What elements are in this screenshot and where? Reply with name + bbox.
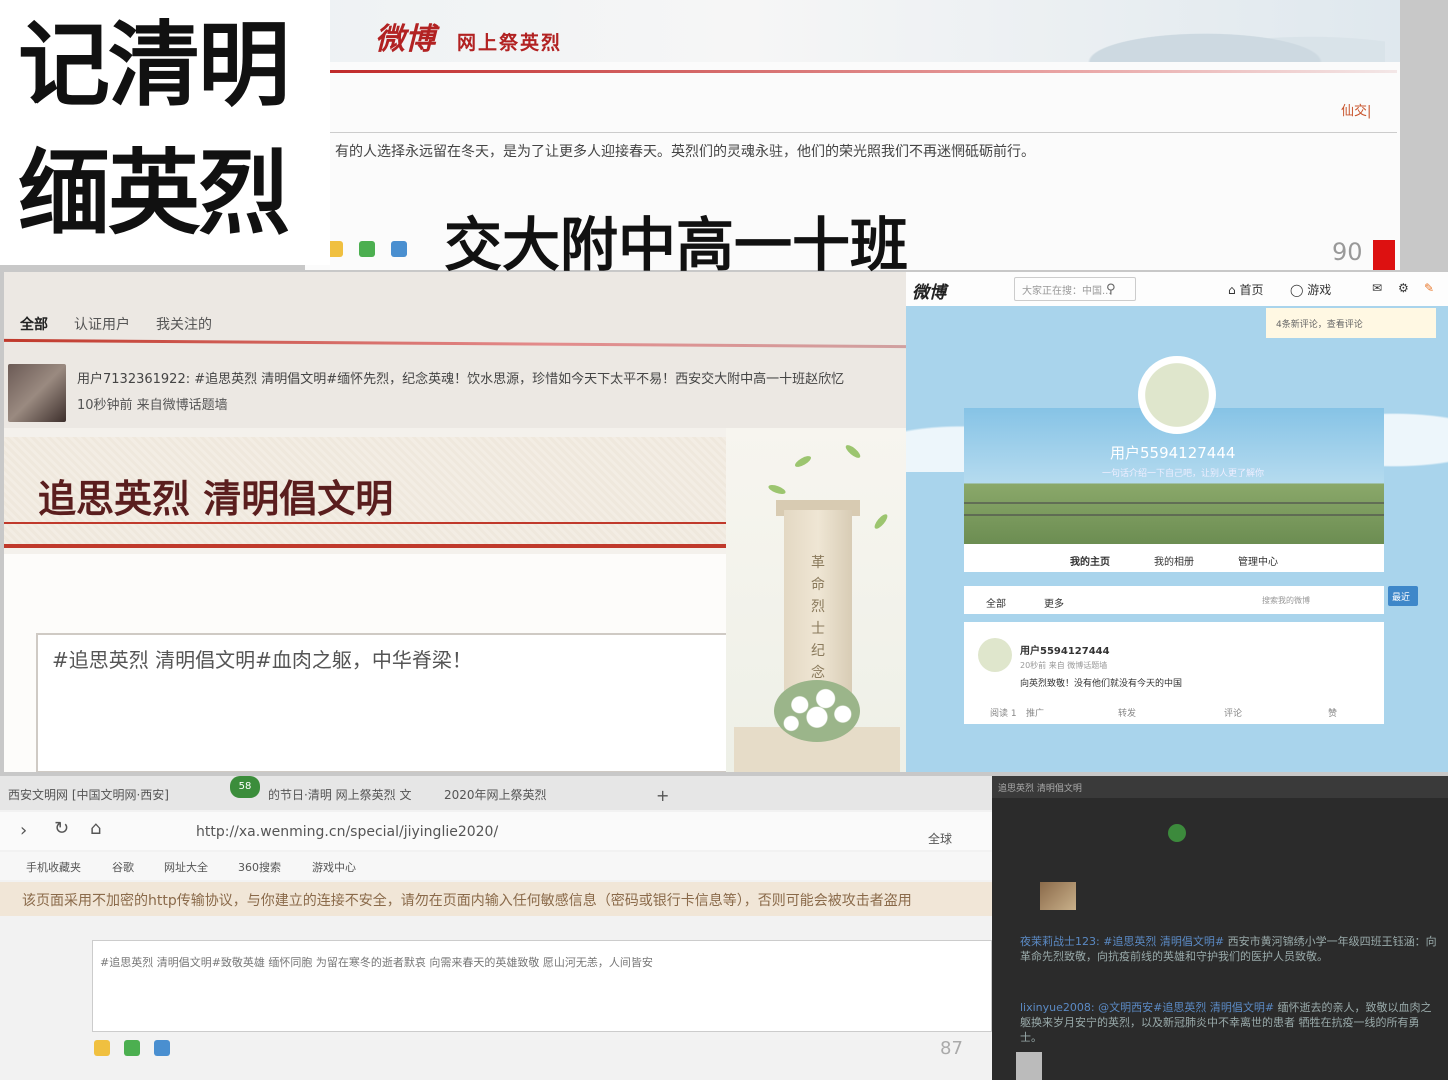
class-subtitle: 交大附中高一十班 [444, 211, 909, 279]
feed-meta: 20秒前 来自 微博话题墙 [1020, 661, 1108, 670]
feed-search-input[interactable]: 搜索我的微博 [1262, 595, 1310, 606]
gear-icon[interactable]: ⚙ [1398, 281, 1409, 295]
profile-avatar[interactable] [1138, 356, 1216, 434]
bookmark-google[interactable]: 谷歌 [112, 859, 134, 875]
feed-tag[interactable]: #追思英烈 清明倡文明# [1103, 935, 1224, 948]
search-placeholder: 大家正在搜：中国... [1022, 286, 1112, 297]
promote-button[interactable]: 推广 [1026, 706, 1044, 719]
tab-badge: 58 [230, 776, 260, 798]
top-nav-bar [906, 272, 1448, 306]
forward-icon[interactable]: › [20, 820, 27, 841]
read-count: 阅读 1 [990, 709, 1017, 719]
divider [4, 522, 726, 524]
avatar[interactable] [8, 364, 66, 422]
topic-icon[interactable] [154, 1040, 170, 1056]
filter-all[interactable]: 全部 [986, 595, 1006, 610]
publish-button[interactable] [1373, 240, 1395, 270]
post-meta: 10秒钟前 来自微博话题墙 [77, 398, 228, 413]
comment-button[interactable]: 评论 [1224, 706, 1242, 719]
bookmark-games[interactable]: 游戏中心 [312, 859, 356, 875]
compose-icon[interactable]: ✎ [1424, 281, 1434, 295]
avatar[interactable] [978, 638, 1012, 672]
weibo-profile-panel: 微博 大家正在搜：中国... ⚲ ⌂ 首页 ◯ 游戏 ✉ ⚙ ✎ 4条新评论，查… [906, 272, 1448, 772]
divider [327, 70, 1397, 73]
tab-verified[interactable]: 认证用户 [74, 314, 130, 334]
divider [4, 338, 906, 349]
feed-username[interactable]: 用户5594127444 [1020, 642, 1110, 657]
post-thumbnail[interactable] [1016, 1052, 1042, 1080]
notification-text: 4条新评论，查看评论 [1276, 320, 1363, 330]
title-line1: 记清明 [18, 12, 290, 119]
recent-button-label: 最近 [1392, 593, 1411, 603]
tab-all[interactable]: 全部 [20, 314, 48, 334]
topic-icon[interactable] [391, 241, 407, 257]
like-button[interactable]: 赞 [1328, 706, 1337, 719]
topic-heading: 追思英烈 清明倡文明 [38, 476, 394, 521]
refresh-icon[interactable]: ↻ [54, 818, 69, 839]
security-warning: 该页面采用不加密的http传输协议，与你建立的连接不安全，请勿在页面内输入任何敏… [22, 893, 912, 909]
title-line2: 缅英烈 [18, 140, 290, 247]
dark-feed-panel: 追思英烈 清明倡文明 夜茉莉战士123: #追思英烈 清明倡文明# 西安市黄河锦… [992, 776, 1448, 1080]
tab-my-home[interactable]: 我的主页 [1070, 553, 1110, 568]
browser-tab-1[interactable]: 西安文明网 [中国文明网·西安] [8, 786, 169, 803]
game-icon: ◯ [1290, 283, 1308, 297]
browser-tab-3[interactable]: 2020年网上祭英烈 [444, 786, 547, 803]
banner-subtitle: 网上祭英烈 [457, 32, 563, 54]
feed-user[interactable]: 夜茉莉战士123: [1020, 935, 1100, 948]
new-tab-button[interactable]: + [656, 786, 669, 805]
nav-game-label: 游戏 [1307, 283, 1332, 297]
char-count: 87 [940, 1038, 963, 1059]
char-count: 90 [1332, 238, 1363, 266]
post-input-text: 有的人选择永远留在冬天，是为了让更多人迎接春天。英烈们的灵魂永驻，他们的荣光照我… [335, 144, 1035, 160]
title-block: 记清明 缅英烈 [0, 0, 330, 265]
image-icon[interactable] [124, 1040, 140, 1056]
browser-tab-2[interactable]: 的节日·清明 网上祭英烈 文 [268, 786, 411, 803]
nav-home-label: 首页 [1239, 283, 1264, 297]
mail-icon[interactable]: ✉ [1372, 281, 1382, 295]
post-thumbnail[interactable] [1040, 882, 1076, 910]
repost-button[interactable]: 转发 [1118, 706, 1136, 719]
flower-bouquet [774, 680, 860, 742]
feed-text: 向英烈致敬！没有他们就没有今天的中国 [1020, 679, 1183, 689]
feed-filter-bar [964, 586, 1384, 614]
filter-more[interactable]: 更多 [1044, 595, 1064, 610]
home-icon: ⌂ [1228, 283, 1240, 297]
bookmark-mobile[interactable]: 手机收藏夹 [26, 859, 81, 875]
nav-game[interactable]: ◯ 游戏 [1290, 281, 1331, 298]
feed-item: lixinyue2008: @文明西安#追思英烈 清明倡文明# 缅怀逝去的亲人，… [1020, 1000, 1440, 1045]
feed-user[interactable]: lixinyue2008: [1020, 1001, 1095, 1014]
emoji-icon[interactable] [94, 1040, 110, 1056]
browser-search-hint[interactable]: 全球 [928, 830, 952, 847]
bookmark-directory[interactable]: 网址大全 [164, 859, 208, 875]
divider [4, 544, 726, 548]
post-input-text: #追思英烈 清明倡文明#血肉之躯，中华脊梁！ [52, 648, 472, 672]
search-icon[interactable]: ⚲ [1106, 282, 1116, 297]
dark-header-title: 追思英烈 清明倡文明 [998, 784, 1082, 794]
profile-username: 用户5594127444 [1110, 444, 1236, 462]
post-text: 用户7132361922: #追思英烈 清明倡文明#缅怀先烈，纪念英魂！饮水思源… [77, 372, 845, 387]
feed-item: 夜茉莉战士123: #追思英烈 清明倡文明# 西安市黄河锦绣小学一年级四班王钰涵… [1020, 934, 1440, 964]
topic-wall-panel: 全部 认证用户 我关注的 用户7132361922: #追思英烈 清明倡文明#缅… [4, 272, 906, 772]
nav-home[interactable]: ⌂ 首页 [1228, 281, 1263, 298]
url-input[interactable]: http://xa.wenming.cn/special/jiyinglie20… [196, 824, 498, 840]
success-icon [1168, 824, 1186, 842]
profile-description: 一句话介绍一下自己吧，让别人更了解你 [1102, 469, 1265, 479]
home-icon[interactable]: ⌂ [90, 818, 101, 839]
tab-manage[interactable]: 管理中心 [1238, 553, 1278, 568]
image-icon[interactable] [359, 241, 375, 257]
weibo-account-link[interactable]: 仙交| [1341, 100, 1371, 119]
bookmarks-bar [0, 852, 992, 880]
weibo-logo: 微博 [375, 22, 435, 57]
feed-tag[interactable]: @文明西安#追思英烈 清明倡文明# [1098, 1001, 1274, 1014]
cover-fence [964, 502, 1384, 516]
weibo-logo[interactable]: 微博 [912, 278, 946, 303]
bookmark-360[interactable]: 360搜索 [238, 859, 281, 875]
tab-following[interactable]: 我关注的 [156, 314, 212, 334]
post-input-text: #追思英烈 清明倡文明#致敬英雄 缅怀同胞 为留在寒冬的逝者默哀 向需来春天的英… [100, 956, 653, 969]
browser-panel: 西安文明网 [中国文明网·西安] 58 的节日·清明 网上祭英烈 文 2020年… [0, 776, 992, 1080]
tab-album[interactable]: 我的相册 [1154, 553, 1194, 568]
